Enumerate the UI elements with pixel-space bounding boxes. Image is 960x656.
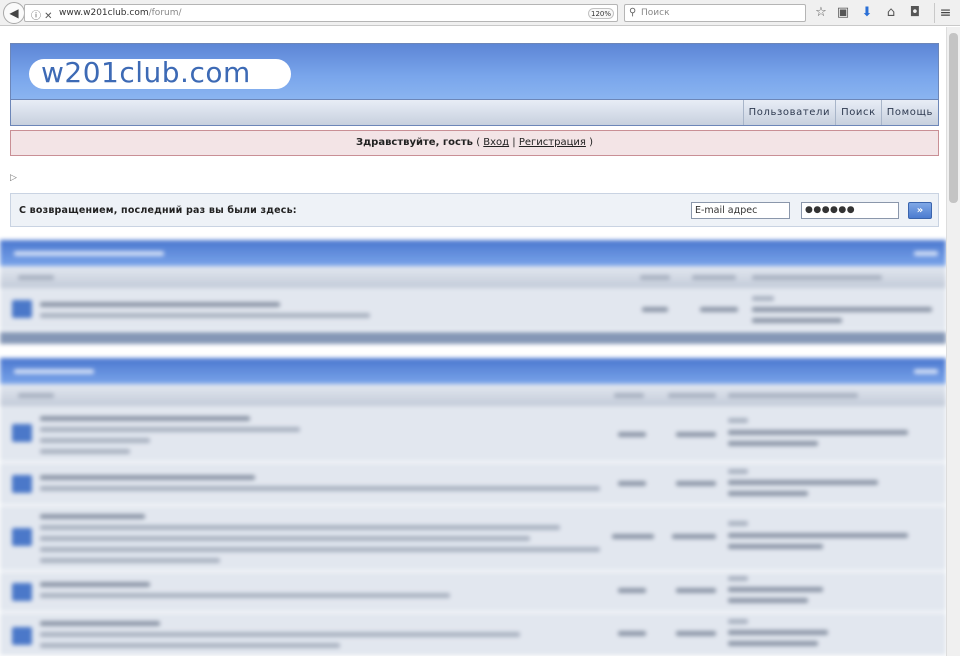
url-domain: www.w201club.com xyxy=(59,8,149,18)
url-bar[interactable]: ⓘ ✕ www.w201club.com/forum/ 120% ↻ xyxy=(24,4,634,22)
category-header[interactable] xyxy=(0,358,946,384)
home-icon[interactable]: ⌂ xyxy=(882,4,900,22)
search-placeholder: Поиск xyxy=(641,8,670,18)
download-icon[interactable]: ⬇ xyxy=(858,4,876,22)
category-header[interactable] xyxy=(0,240,946,266)
clipboard-icon[interactable]: ▣ xyxy=(834,4,852,22)
forum-row[interactable] xyxy=(0,463,946,505)
pocket-icon[interactable]: ◘ xyxy=(906,4,924,22)
search-icon: ⚲ xyxy=(629,7,637,18)
email-field[interactable]: E-mail адрес xyxy=(691,202,790,219)
page-scrollbar[interactable] xyxy=(946,27,960,656)
browser-toolbar: ◀ ⓘ ✕ www.w201club.com/forum/ 120% ↻ ⚲ П… xyxy=(0,0,960,26)
url-text: www.w201club.com/forum/ xyxy=(59,8,182,18)
welcome-back-text: С возвращением, последний раз вы были зд… xyxy=(19,205,297,216)
bookmark-star-icon[interactable]: ☆ xyxy=(812,4,830,22)
category-columns xyxy=(0,266,946,288)
site-header: w201club.com xyxy=(10,43,939,100)
forum-row[interactable] xyxy=(0,406,946,462)
close-paren: ) xyxy=(589,137,593,148)
nav-users[interactable]: Пользователи xyxy=(742,100,835,125)
password-field[interactable]: ●●●●●● xyxy=(801,202,899,219)
forum-row[interactable] xyxy=(0,506,946,571)
open-paren: ( xyxy=(476,137,481,148)
scroll-thumb[interactable] xyxy=(949,33,958,203)
nav-help[interactable]: Помощь xyxy=(880,100,938,125)
site-info-icon[interactable]: ⓘ ✕ xyxy=(31,7,53,22)
register-link[interactable]: Регистрация xyxy=(519,137,586,148)
nav-search[interactable]: Поиск xyxy=(835,100,881,125)
site-logo[interactable]: w201club.com xyxy=(29,56,291,89)
link-separator: | xyxy=(512,137,516,148)
greeting-text: Здравствуйте, гость xyxy=(356,137,473,148)
logo-text: w201club.com xyxy=(41,56,251,89)
page-content: w201club.com Пользователи Поиск Помощь З… xyxy=(0,27,946,656)
forum-row[interactable] xyxy=(0,572,946,612)
zoom-indicator[interactable]: 120% xyxy=(588,8,614,19)
search-input[interactable]: ⚲ Поиск xyxy=(624,4,806,22)
login-bar: С возвращением, последний раз вы были зд… xyxy=(10,193,939,227)
login-submit-button[interactable]: » xyxy=(908,202,932,219)
nav-bar: Пользователи Поиск Помощь xyxy=(10,100,939,126)
back-arrow-icon: ◀ xyxy=(9,6,19,20)
login-link[interactable]: Вход xyxy=(483,137,509,148)
menu-icon[interactable]: ≡ xyxy=(934,3,956,23)
collapse-toggle-icon[interactable]: ▷ xyxy=(10,173,17,183)
url-path: /forum/ xyxy=(148,8,182,18)
welcome-bar: Здравствуйте, гость ( Вход | Регистрация… xyxy=(10,130,939,156)
forum-row[interactable] xyxy=(0,288,946,331)
category-columns xyxy=(0,384,946,406)
forum-row[interactable] xyxy=(0,613,946,656)
back-button[interactable]: ◀ xyxy=(3,2,25,24)
